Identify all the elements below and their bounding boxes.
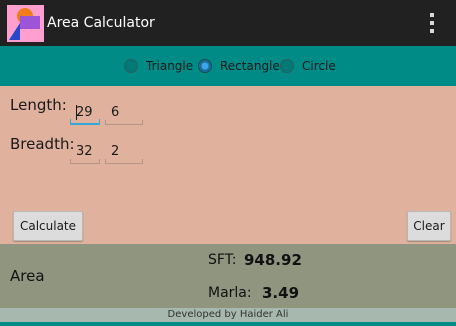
length-inches-input[interactable]: 6: [105, 99, 143, 125]
input-panel: Length: 29 6 Breadth: 32 2 Calculate Cle…: [0, 86, 456, 244]
breadth-feet-input[interactable]: 32: [70, 138, 100, 164]
radio-circle[interactable]: Circle: [280, 57, 336, 75]
shape-radio-group: Triangle Rectangle Circle: [0, 46, 456, 86]
breadth-feet-value: 32: [76, 144, 93, 159]
radio-button-checked-icon: [198, 59, 212, 73]
result-panel: Area SFT: 948.92 Marla: 3.49: [0, 244, 456, 308]
overflow-menu-icon[interactable]: [428, 13, 436, 33]
radio-triangle[interactable]: Triangle: [124, 57, 193, 75]
radio-button-icon: [124, 59, 138, 73]
sft-value: 948.92: [244, 251, 302, 269]
action-bar: Area Calculator: [0, 0, 456, 46]
length-feet-value: 29: [76, 105, 93, 120]
length-feet-input[interactable]: 29: [70, 99, 100, 125]
radio-label-rectangle: Rectangle: [220, 59, 280, 73]
marla-value: 3.49: [262, 284, 300, 302]
calculate-button[interactable]: Calculate: [13, 211, 83, 241]
app-title: Area Calculator: [47, 15, 155, 31]
shapes-app-icon: [7, 5, 44, 42]
breadth-inches-value: 2: [111, 144, 120, 159]
developer-credit: Developed by Haider Ali: [0, 308, 456, 322]
area-label: Area: [10, 267, 45, 285]
bottom-strip: [0, 322, 456, 326]
length-label: Length:: [10, 96, 67, 114]
marla-label: Marla:: [208, 285, 252, 301]
radio-button-icon: [280, 59, 294, 73]
clear-button[interactable]: Clear: [407, 211, 451, 241]
sft-label: SFT:: [208, 252, 237, 268]
breadth-label: Breadth:: [10, 135, 75, 153]
radio-label-triangle: Triangle: [146, 59, 194, 73]
length-inches-value: 6: [111, 105, 120, 120]
radio-rectangle[interactable]: Rectangle: [198, 57, 280, 75]
text-caret: [76, 105, 77, 120]
breadth-inches-input[interactable]: 2: [105, 138, 143, 164]
radio-label-circle: Circle: [302, 59, 336, 73]
